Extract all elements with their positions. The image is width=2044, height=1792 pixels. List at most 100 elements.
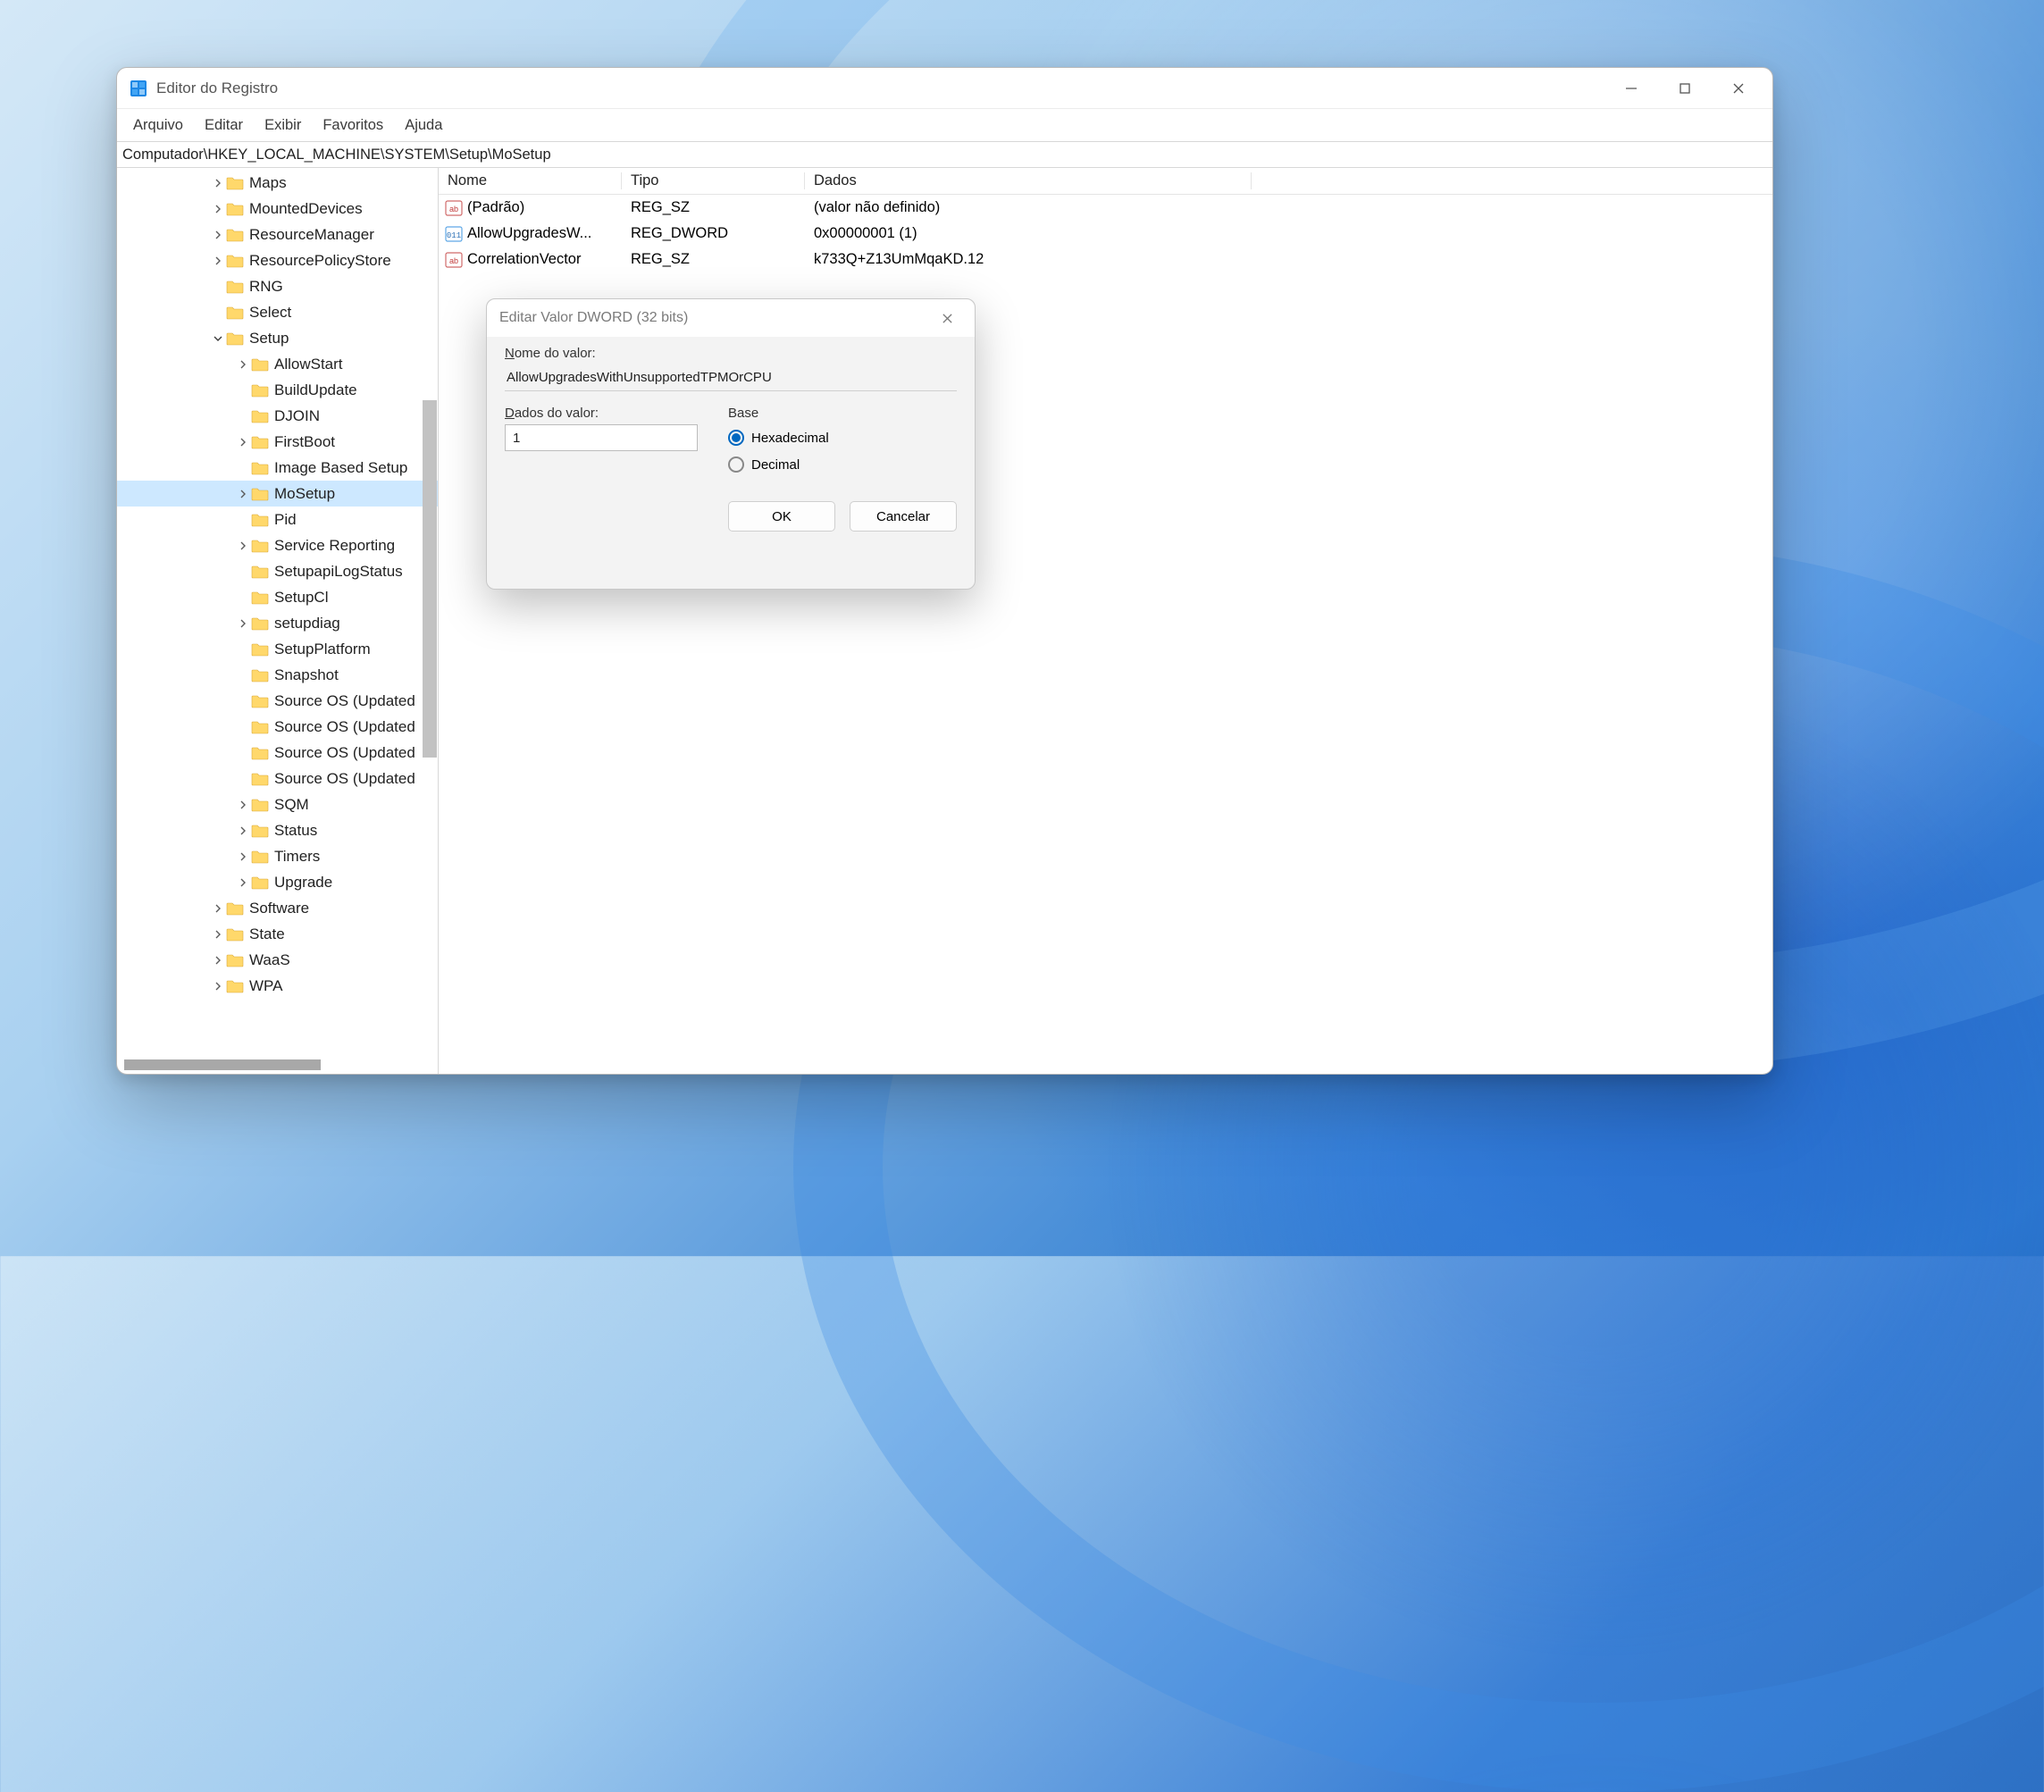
- expander-closed-icon[interactable]: [210, 956, 226, 965]
- cancel-button[interactable]: Cancelar: [850, 501, 957, 532]
- folder-icon: [251, 668, 269, 682]
- tree-node[interactable]: Service Reporting: [117, 532, 438, 558]
- value-row[interactable]: ab(Padrão)REG_SZ(valor não definido): [439, 195, 1772, 221]
- folder-icon: [251, 850, 269, 864]
- expander-closed-icon[interactable]: [210, 256, 226, 265]
- tree-node[interactable]: Source OS (Updated: [117, 688, 438, 714]
- menu-file[interactable]: Arquivo: [122, 112, 194, 139]
- minimize-button[interactable]: [1604, 69, 1658, 108]
- tree-node[interactable]: ResourcePolicyStore: [117, 247, 438, 273]
- tree-node[interactable]: WPA: [117, 973, 438, 999]
- dialog-close-button[interactable]: [932, 303, 962, 333]
- folder-icon: [226, 979, 244, 993]
- expander-closed-icon[interactable]: [235, 619, 251, 628]
- tree-node[interactable]: Software: [117, 895, 438, 921]
- folder-icon: [251, 694, 269, 708]
- tree-node-label: Setup: [249, 330, 289, 348]
- column-data[interactable]: Dados: [805, 172, 1252, 189]
- tree-node[interactable]: MoSetup: [117, 481, 438, 507]
- tree-vertical-scrollbar[interactable]: [423, 400, 437, 758]
- tree-node[interactable]: Snapshot: [117, 662, 438, 688]
- radio-hexadecimal[interactable]: Hexadecimal: [728, 424, 957, 451]
- folder-icon: [251, 513, 269, 527]
- tree-node-label: Service Reporting: [274, 537, 395, 555]
- expander-closed-icon[interactable]: [235, 826, 251, 835]
- value-row[interactable]: 011AllowUpgradesW...REG_DWORD0x00000001 …: [439, 221, 1772, 247]
- tree-node[interactable]: RNG: [117, 273, 438, 299]
- column-type[interactable]: Tipo: [622, 172, 805, 189]
- tree-node[interactable]: AllowStart: [117, 351, 438, 377]
- folder-icon: [226, 254, 244, 268]
- folder-icon: [251, 772, 269, 786]
- tree-node-label: WPA: [249, 977, 282, 995]
- tree-node[interactable]: Source OS (Updated: [117, 714, 438, 740]
- expander-closed-icon[interactable]: [235, 490, 251, 498]
- folder-icon: [251, 824, 269, 838]
- tree-node[interactable]: Maps: [117, 170, 438, 196]
- tree-node[interactable]: SetupPlatform: [117, 636, 438, 662]
- address-bar[interactable]: Computador\HKEY_LOCAL_MACHINE\SYSTEM\Set…: [117, 141, 1772, 168]
- tree-node[interactable]: Upgrade: [117, 869, 438, 895]
- titlebar[interactable]: Editor do Registro: [117, 68, 1772, 109]
- tree-node[interactable]: Select: [117, 299, 438, 325]
- tree-node[interactable]: ResourceManager: [117, 222, 438, 247]
- expander-closed-icon[interactable]: [235, 878, 251, 887]
- tree-node[interactable]: Setup: [117, 325, 438, 351]
- value-row[interactable]: abCorrelationVectorREG_SZk733Q+Z13UmMqaK…: [439, 247, 1772, 272]
- expander-closed-icon[interactable]: [235, 438, 251, 447]
- tree-node-label: SetupPlatform: [274, 641, 371, 658]
- radio-decimal[interactable]: Decimal: [728, 451, 957, 478]
- tree-node[interactable]: Source OS (Updated: [117, 766, 438, 791]
- expander-closed-icon[interactable]: [210, 904, 226, 913]
- value-type: REG_DWORD: [622, 225, 805, 242]
- menu-help[interactable]: Ajuda: [394, 112, 453, 139]
- svg-text:ab: ab: [449, 256, 458, 265]
- tree-horizontal-scrollbar[interactable]: [124, 1059, 321, 1070]
- tree-node-label: Maps: [249, 174, 287, 192]
- expander-closed-icon[interactable]: [235, 800, 251, 809]
- maximize-button[interactable]: [1658, 69, 1712, 108]
- expander-closed-icon[interactable]: [210, 930, 226, 939]
- expander-closed-icon[interactable]: [210, 230, 226, 239]
- tree-node[interactable]: State: [117, 921, 438, 947]
- ok-button[interactable]: OK: [728, 501, 835, 532]
- folder-icon: [251, 720, 269, 734]
- tree-node[interactable]: Source OS (Updated: [117, 740, 438, 766]
- tree-node[interactable]: Status: [117, 817, 438, 843]
- tree-node[interactable]: FirstBoot: [117, 429, 438, 455]
- tree-node[interactable]: SetupapiLogStatus: [117, 558, 438, 584]
- tree-node[interactable]: Image Based Setup: [117, 455, 438, 481]
- tree-node[interactable]: SetupCl: [117, 584, 438, 610]
- tree-node[interactable]: DJOIN: [117, 403, 438, 429]
- list-header: Nome Tipo Dados: [439, 168, 1772, 195]
- tree-node[interactable]: Timers: [117, 843, 438, 869]
- close-button[interactable]: [1712, 69, 1765, 108]
- value-name-field[interactable]: [505, 364, 957, 391]
- menu-favorites[interactable]: Favoritos: [312, 112, 394, 139]
- tree-node[interactable]: BuildUpdate: [117, 377, 438, 403]
- expander-closed-icon[interactable]: [235, 360, 251, 369]
- folder-icon: [226, 306, 244, 320]
- expander-closed-icon[interactable]: [235, 852, 251, 861]
- tree-node-label: AllowStart: [274, 356, 343, 373]
- value-data-field[interactable]: [505, 424, 698, 451]
- tree-node[interactable]: setupdiag: [117, 610, 438, 636]
- tree-node[interactable]: Pid: [117, 507, 438, 532]
- column-name[interactable]: Nome: [439, 172, 622, 189]
- folder-icon: [251, 357, 269, 372]
- folder-icon: [226, 280, 244, 294]
- menu-edit[interactable]: Editar: [194, 112, 254, 139]
- tree-node[interactable]: WaaS: [117, 947, 438, 973]
- expander-closed-icon[interactable]: [235, 541, 251, 550]
- value-name: (Padrão): [467, 199, 524, 216]
- expander-closed-icon[interactable]: [210, 179, 226, 188]
- tree-node[interactable]: SQM: [117, 791, 438, 817]
- expander-closed-icon[interactable]: [210, 982, 226, 991]
- value-name-label: Nome do valor:: [505, 346, 596, 361]
- menu-view[interactable]: Exibir: [254, 112, 312, 139]
- tree-node-label: Source OS (Updated: [274, 718, 415, 736]
- tree-node-label: Source OS (Updated: [274, 692, 415, 710]
- tree-node[interactable]: MountedDevices: [117, 196, 438, 222]
- expander-open-icon[interactable]: [210, 334, 226, 343]
- expander-closed-icon[interactable]: [210, 205, 226, 214]
